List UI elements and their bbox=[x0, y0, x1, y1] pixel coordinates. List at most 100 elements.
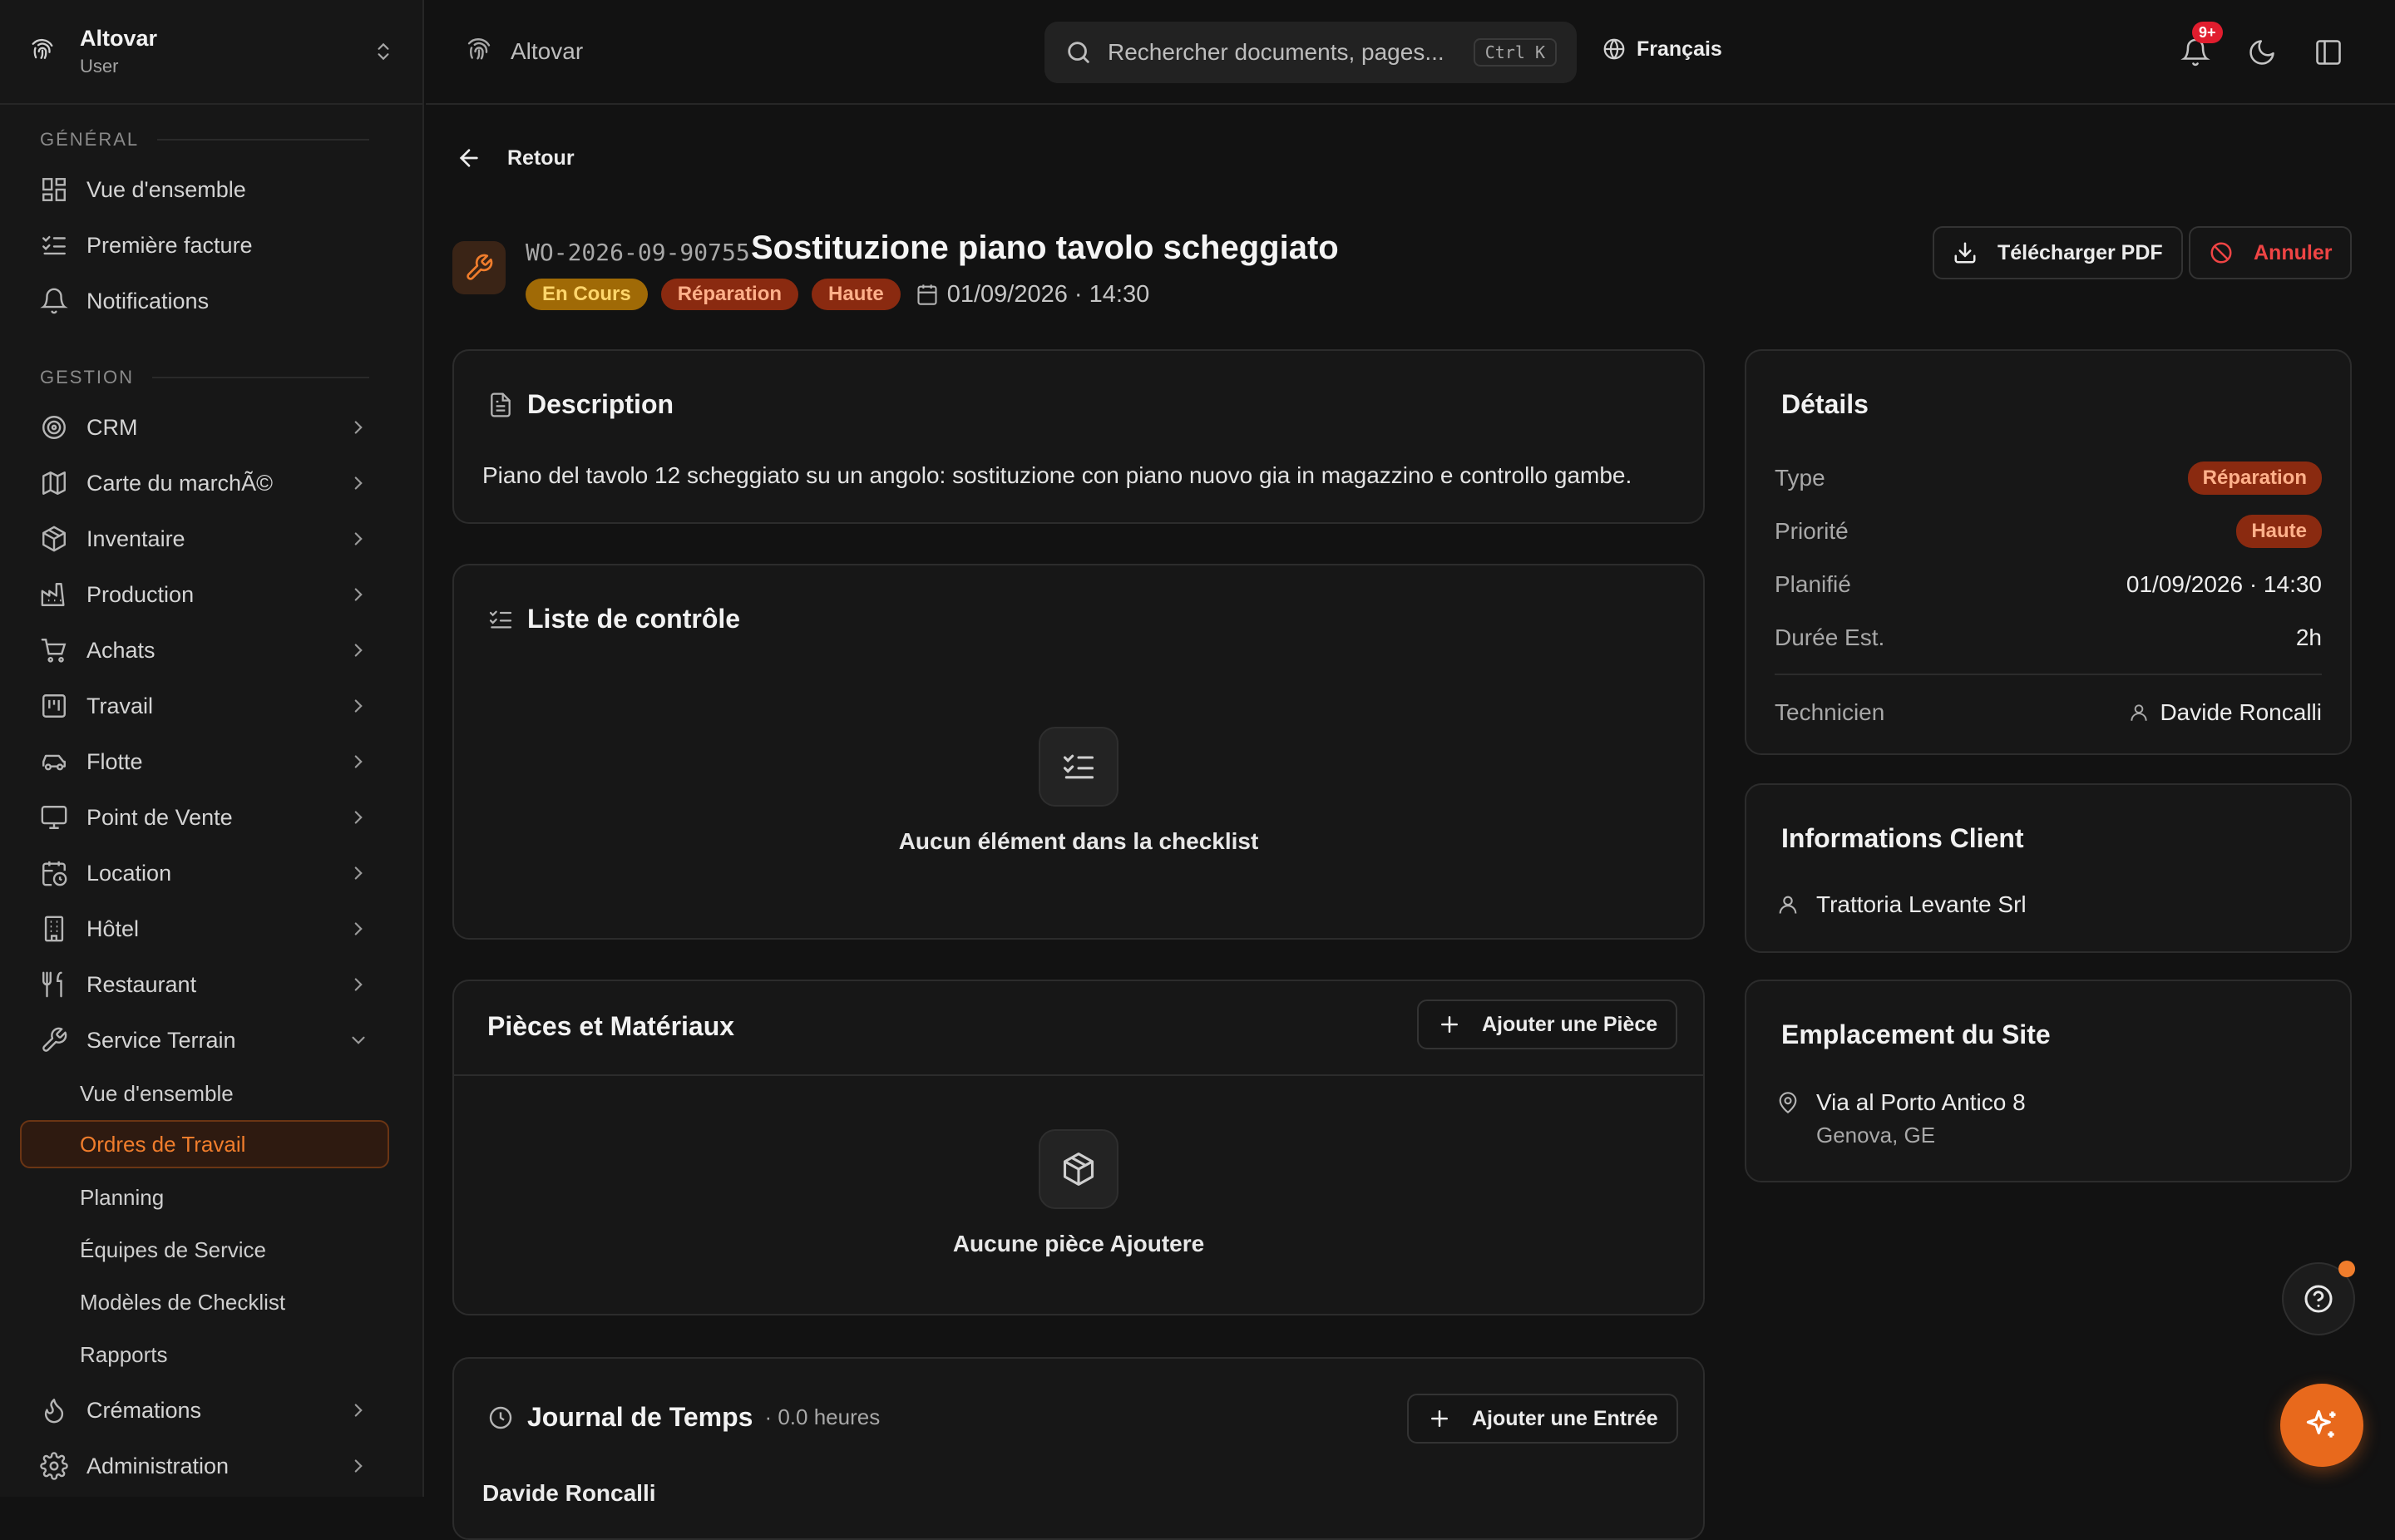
sidebar-item-overview[interactable]: Vue d'ensemble bbox=[20, 166, 389, 213]
detail-row-planned: Planifié 01/09/2026 · 14:30 bbox=[1775, 571, 2322, 597]
breadcrumb[interactable]: Altovar bbox=[464, 37, 583, 67]
chevron-down-icon bbox=[352, 1036, 365, 1044]
utensils-icon bbox=[42, 971, 62, 998]
kanban-icon bbox=[42, 694, 66, 718]
time-log-hours: · 0.0 heures bbox=[764, 1404, 881, 1429]
plus-icon bbox=[1441, 1016, 1458, 1033]
site-city: Genova, GE bbox=[1816, 1123, 1936, 1148]
time-log-card: Journal de Temps · 0.0 heures Ajouter un… bbox=[452, 1357, 1705, 1540]
chevron-right-icon bbox=[354, 644, 363, 657]
search-placeholder: Rechercher documents, pages... bbox=[1108, 39, 1444, 65]
fingerprint-logo-icon bbox=[32, 38, 53, 59]
calendar-icon bbox=[917, 284, 937, 305]
checklist-icon bbox=[489, 610, 512, 628]
sidebar-item-hotel[interactable]: Hôtel bbox=[20, 906, 389, 952]
file-text-icon bbox=[491, 392, 511, 417]
cancel-button[interactable]: Annuler bbox=[2189, 226, 2353, 279]
sidebar-item-production[interactable]: Production bbox=[20, 571, 389, 618]
description-heading: Description bbox=[487, 389, 674, 420]
checklist-heading: Liste de contrôle bbox=[487, 604, 740, 634]
chevron-right-icon bbox=[354, 811, 363, 824]
add-part-button[interactable]: Ajouter une Pièce bbox=[1417, 1000, 1678, 1049]
notification-count-badge: 9+ bbox=[2192, 22, 2223, 43]
sidebar-subitem-work-orders[interactable]: Ordres de Travail bbox=[20, 1120, 389, 1168]
sidebar-item-notifications[interactable]: Notifications bbox=[20, 278, 389, 324]
site-location-card: Emplacement du Site Via al Porto Antico … bbox=[1745, 980, 2352, 1182]
sidebar-item-restaurant[interactable]: Restaurant bbox=[20, 961, 389, 1008]
ai-assistant-button[interactable] bbox=[2280, 1384, 2363, 1467]
sidebar-subitem-overview[interactable]: Vue d'ensemble bbox=[20, 1069, 389, 1118]
chevron-right-icon bbox=[354, 755, 363, 768]
car-icon bbox=[42, 754, 66, 771]
dashboard-icon bbox=[42, 178, 66, 201]
detail-type-badge: Réparation bbox=[2187, 462, 2322, 495]
sidebar-item-rental[interactable]: Location bbox=[20, 850, 389, 896]
sidebar-item-purchases[interactable]: Achats bbox=[20, 627, 389, 674]
sidebar-item-cremations[interactable]: Crémations bbox=[20, 1387, 389, 1434]
download-pdf-button[interactable]: Télécharger PDF bbox=[1933, 226, 2183, 279]
checklist-empty-icon-box bbox=[1039, 727, 1118, 807]
download-icon bbox=[1954, 242, 1976, 264]
help-circle-icon bbox=[2304, 1285, 2333, 1313]
sidebar-item-administration[interactable]: Administration bbox=[20, 1443, 389, 1489]
sidebar-subitem-planning[interactable]: Planning bbox=[20, 1173, 389, 1222]
bell-icon bbox=[40, 288, 68, 314]
work-order-icon-box bbox=[452, 241, 506, 294]
target-icon bbox=[42, 416, 66, 439]
workspace-switcher[interactable]: Altovar User bbox=[0, 0, 422, 105]
description-card: Description Piano del tavolo 12 scheggia… bbox=[452, 349, 1705, 524]
sidebar-item-fleet[interactable]: Flotte bbox=[20, 738, 389, 785]
building-icon bbox=[44, 916, 64, 942]
technician-name: Davide Roncalli bbox=[2160, 699, 2322, 725]
client-name: Trattoria Levante Srl bbox=[1816, 891, 2027, 917]
parts-divider bbox=[454, 1074, 1703, 1076]
time-log-entry-name: Davide Roncalli bbox=[482, 1480, 656, 1506]
back-button[interactable]: Retour bbox=[456, 145, 575, 171]
details-card: Détails Type Réparation Priorité Haute P… bbox=[1745, 349, 2352, 755]
flame-icon bbox=[44, 1399, 64, 1424]
panel-toggle-icon[interactable] bbox=[2314, 37, 2343, 67]
help-indicator-dot bbox=[2338, 1261, 2355, 1277]
checklist-icon bbox=[1063, 754, 1094, 779]
time-log-heading: Journal de Temps · 0.0 heures bbox=[487, 1402, 880, 1433]
workspace-name: Altovar bbox=[80, 26, 158, 51]
clock-icon bbox=[489, 1406, 512, 1429]
client-name-row: Trattoria Levante Srl bbox=[1776, 891, 2027, 918]
chevron-right-icon bbox=[354, 1459, 363, 1473]
sidebar-item-market-map[interactable]: Carte du marchÃ© bbox=[20, 460, 389, 506]
sidebar-item-first-invoice[interactable]: Première facture bbox=[20, 222, 389, 269]
site-heading: Emplacement du Site bbox=[1781, 1019, 2051, 1049]
priority-badge: Haute bbox=[812, 279, 901, 310]
sidebar-item-point-of-sale[interactable]: Point de Vente bbox=[20, 794, 389, 841]
wrench-icon bbox=[42, 1027, 67, 1052]
sidebar-item-field-service[interactable]: Service Terrain bbox=[20, 1017, 389, 1064]
add-entry-button[interactable]: Ajouter une Entrée bbox=[1407, 1394, 1678, 1444]
sidebar: Altovar User GÉNÉRAL Vue d'ensemble Prem… bbox=[0, 0, 424, 1497]
sidebar-item-crm[interactable]: CRM bbox=[20, 404, 389, 451]
language-selector[interactable]: Français bbox=[1602, 37, 1722, 62]
breadcrumb-label: Altovar bbox=[511, 38, 584, 64]
checklist-card: Liste de contrôle Aucun élément dans la … bbox=[452, 564, 1705, 940]
sidebar-item-inventory[interactable]: Inventaire bbox=[20, 516, 389, 562]
sparkles-icon bbox=[2306, 1409, 2336, 1438]
detail-row-priority: Priorité Haute bbox=[1775, 511, 2322, 552]
chevron-right-icon bbox=[354, 588, 363, 601]
plus-icon bbox=[1431, 1410, 1448, 1427]
detail-row-technician: Technicien Davide Roncalli bbox=[1775, 699, 2322, 725]
sidebar-item-work[interactable]: Travail bbox=[20, 683, 389, 729]
type-badge: Réparation bbox=[660, 279, 799, 310]
site-address: Via al Porto Antico 8 bbox=[1816, 1089, 2026, 1115]
sidebar-subitem-service-teams[interactable]: Équipes de Service bbox=[20, 1226, 389, 1274]
client-card: Informations Client Trattoria Levante Sr… bbox=[1745, 783, 2352, 953]
parts-empty-state: Aucune pièce Ajoutere bbox=[454, 1129, 1703, 1257]
sidebar-subitem-checklist-templates[interactable]: Modèles de Checklist bbox=[20, 1278, 389, 1326]
sidebar-subitem-reports[interactable]: Rapports bbox=[20, 1330, 389, 1379]
work-order-badges: En Cours Réparation Haute 01/09/2026 · 1… bbox=[526, 278, 1149, 311]
checklist-empty-text: Aucun élément dans la checklist bbox=[898, 828, 1259, 854]
search-icon bbox=[1068, 42, 1089, 63]
factory-icon bbox=[41, 583, 65, 606]
checklist-icon bbox=[42, 235, 66, 255]
moon-icon[interactable] bbox=[2247, 37, 2277, 67]
search-input[interactable]: Rechercher documents, pages... Ctrl K bbox=[1044, 22, 1577, 83]
calendar-clock-icon bbox=[42, 861, 67, 886]
